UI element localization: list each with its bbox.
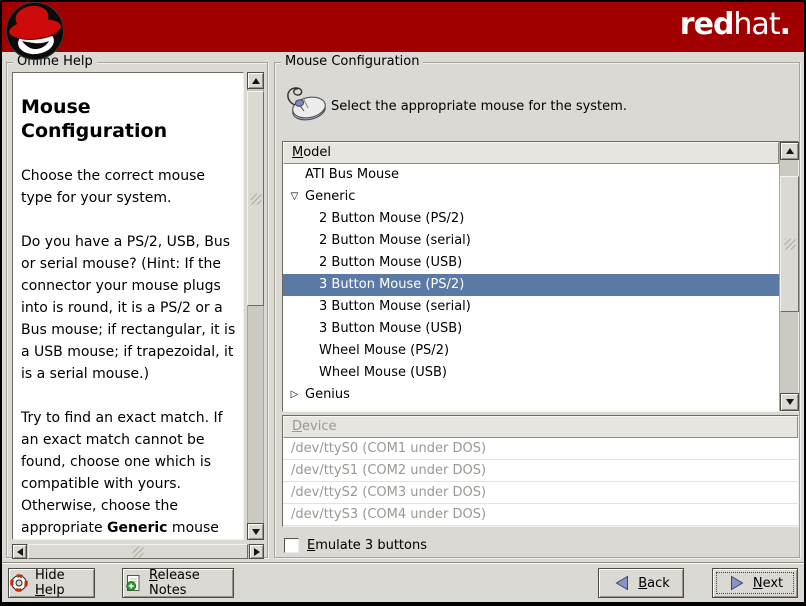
model-row[interactable]: ATI Bus Mouse (283, 164, 779, 186)
model-row-label: Generic (305, 189, 355, 204)
next-button[interactable]: Next (712, 568, 798, 598)
back-arrow-icon (612, 573, 632, 593)
model-vertical-scrollbar[interactable] (779, 142, 798, 411)
model-column-header[interactable]: Model (283, 142, 779, 164)
redhat-shadowman-logo-icon (4, 2, 66, 63)
model-row-genius[interactable]: ▷Genius (283, 384, 779, 406)
help-text-viewport: Mouse Configuration Choose the correct m… (12, 72, 244, 540)
life-buoy-icon (9, 573, 29, 593)
help-paragraph: Choose the correct mouse type for your s… (21, 165, 237, 209)
mouse-configuration-panel: Mouse Configuration Select the appropria… (274, 62, 800, 558)
device-row: /dev/ttyS2 (COM3 under DOS) (283, 482, 798, 504)
model-row-generic[interactable]: ▽Generic (283, 186, 779, 208)
arrow-up-icon (252, 78, 260, 84)
device-row: /dev/ttyS0 (COM1 under DOS) (283, 438, 798, 460)
model-row-label: 3 Button Mouse (USB) (319, 321, 462, 336)
model-row-selected[interactable]: 3 Button Mouse (PS/2) (283, 274, 779, 296)
redhat-wordmark: redhat. (680, 7, 790, 42)
emulate-3-buttons-option[interactable]: Emulate 3 buttons (284, 538, 427, 553)
help-vertical-scrollbar[interactable] (247, 72, 264, 540)
model-row-label: 3 Button Mouse (serial) (319, 299, 471, 314)
model-row-label: 2 Button Mouse (serial) (319, 233, 471, 248)
scroll-right-button[interactable] (249, 544, 264, 559)
scrollbar-thumb[interactable] (247, 91, 264, 306)
device-row: /dev/ttyS1 (COM2 under DOS) (283, 460, 798, 482)
hide-help-label: Hide Help (35, 568, 94, 598)
model-row-label: Genius (305, 387, 350, 402)
device-column-header: Device (283, 416, 798, 438)
back-label: Back (638, 576, 670, 591)
model-list: Model ATI Bus Mouse ▽Generic 2 Button Mo… (282, 141, 799, 412)
expander-open-icon[interactable]: ▽ (287, 186, 302, 208)
emulate-3-buttons-checkbox[interactable] (284, 538, 299, 553)
model-row[interactable]: 2 Button Mouse (serial) (283, 230, 779, 252)
model-row[interactable]: 2 Button Mouse (PS/2) (283, 208, 779, 230)
help-paragraph: Try to find an exact match. If an exact … (21, 407, 237, 540)
model-list-body: Model ATI Bus Mouse ▽Generic 2 Button Mo… (283, 142, 779, 411)
model-row[interactable]: Wheel Mouse (USB) (283, 362, 779, 384)
expander-closed-icon[interactable]: ▷ (287, 384, 302, 406)
help-title: Mouse Configuration (21, 95, 237, 143)
footer-separator (2, 562, 804, 564)
scrollbar-grip-icon (133, 546, 144, 557)
arrow-down-icon (252, 529, 260, 535)
release-notes-label: Release Notes (149, 568, 233, 598)
scrollbar-thumb[interactable] (780, 176, 799, 312)
help-content: Mouse Configuration Choose the correct m… (13, 73, 243, 540)
scroll-left-button[interactable] (12, 544, 27, 559)
model-row[interactable]: 3 Button Mouse (USB) (283, 318, 779, 340)
top-banner: redhat. (2, 2, 804, 52)
model-row-label: Wheel Mouse (USB) (319, 365, 447, 380)
mouse-config-frame-label: Mouse Configuration (281, 54, 423, 69)
model-row-label: 2 Button Mouse (PS/2) (319, 211, 464, 226)
scrollbar-thumb[interactable] (28, 544, 248, 559)
scroll-up-button[interactable] (780, 142, 799, 160)
next-arrow-icon (727, 573, 747, 593)
arrow-up-icon (786, 148, 794, 154)
scroll-down-button[interactable] (247, 523, 264, 540)
model-row[interactable]: 3 Button Mouse (serial) (283, 296, 779, 318)
model-row[interactable]: Wheel Mouse (PS/2) (283, 340, 779, 362)
hide-help-button[interactable]: Hide Help (8, 568, 95, 598)
help-paragraph: Do you have a PS/2, USB, Bus or serial m… (21, 231, 237, 385)
arrow-down-icon (786, 399, 794, 405)
model-row-label: 3 Button Mouse (PS/2) (319, 277, 464, 292)
instruction-text: Select the appropriate mouse for the sys… (331, 99, 627, 114)
scroll-up-button[interactable] (247, 72, 264, 89)
model-row-label: ATI Bus Mouse (305, 167, 399, 182)
arrow-left-icon (17, 548, 23, 556)
online-help-panel: Online Help Mouse Configuration Choose t… (6, 62, 268, 558)
model-row[interactable]: 2 Button Mouse (USB) (283, 252, 779, 274)
device-list: Device /dev/ttyS0 (COM1 under DOS) /dev/… (282, 415, 799, 527)
model-row-label: 2 Button Mouse (USB) (319, 255, 462, 270)
model-row-label: Wheel Mouse (PS/2) (319, 343, 449, 358)
scroll-down-button[interactable] (780, 393, 799, 411)
device-row: /dev/ttyS3 (COM4 under DOS) (283, 504, 798, 526)
scrollbar-grip-icon (250, 193, 261, 204)
mouse-icon (283, 83, 327, 125)
arrow-right-icon (254, 548, 260, 556)
release-notes-button[interactable]: Release Notes (122, 568, 234, 598)
back-button[interactable]: Back (598, 568, 684, 598)
installer-window: redhat. Online Help Mouse Configuration … (0, 0, 806, 606)
emulate-3-buttons-label: Emulate 3 buttons (307, 538, 427, 553)
scrollbar-grip-icon (784, 239, 795, 250)
next-label: Next (753, 576, 783, 591)
release-notes-icon (123, 573, 143, 593)
help-horizontal-scrollbar[interactable] (12, 544, 264, 559)
